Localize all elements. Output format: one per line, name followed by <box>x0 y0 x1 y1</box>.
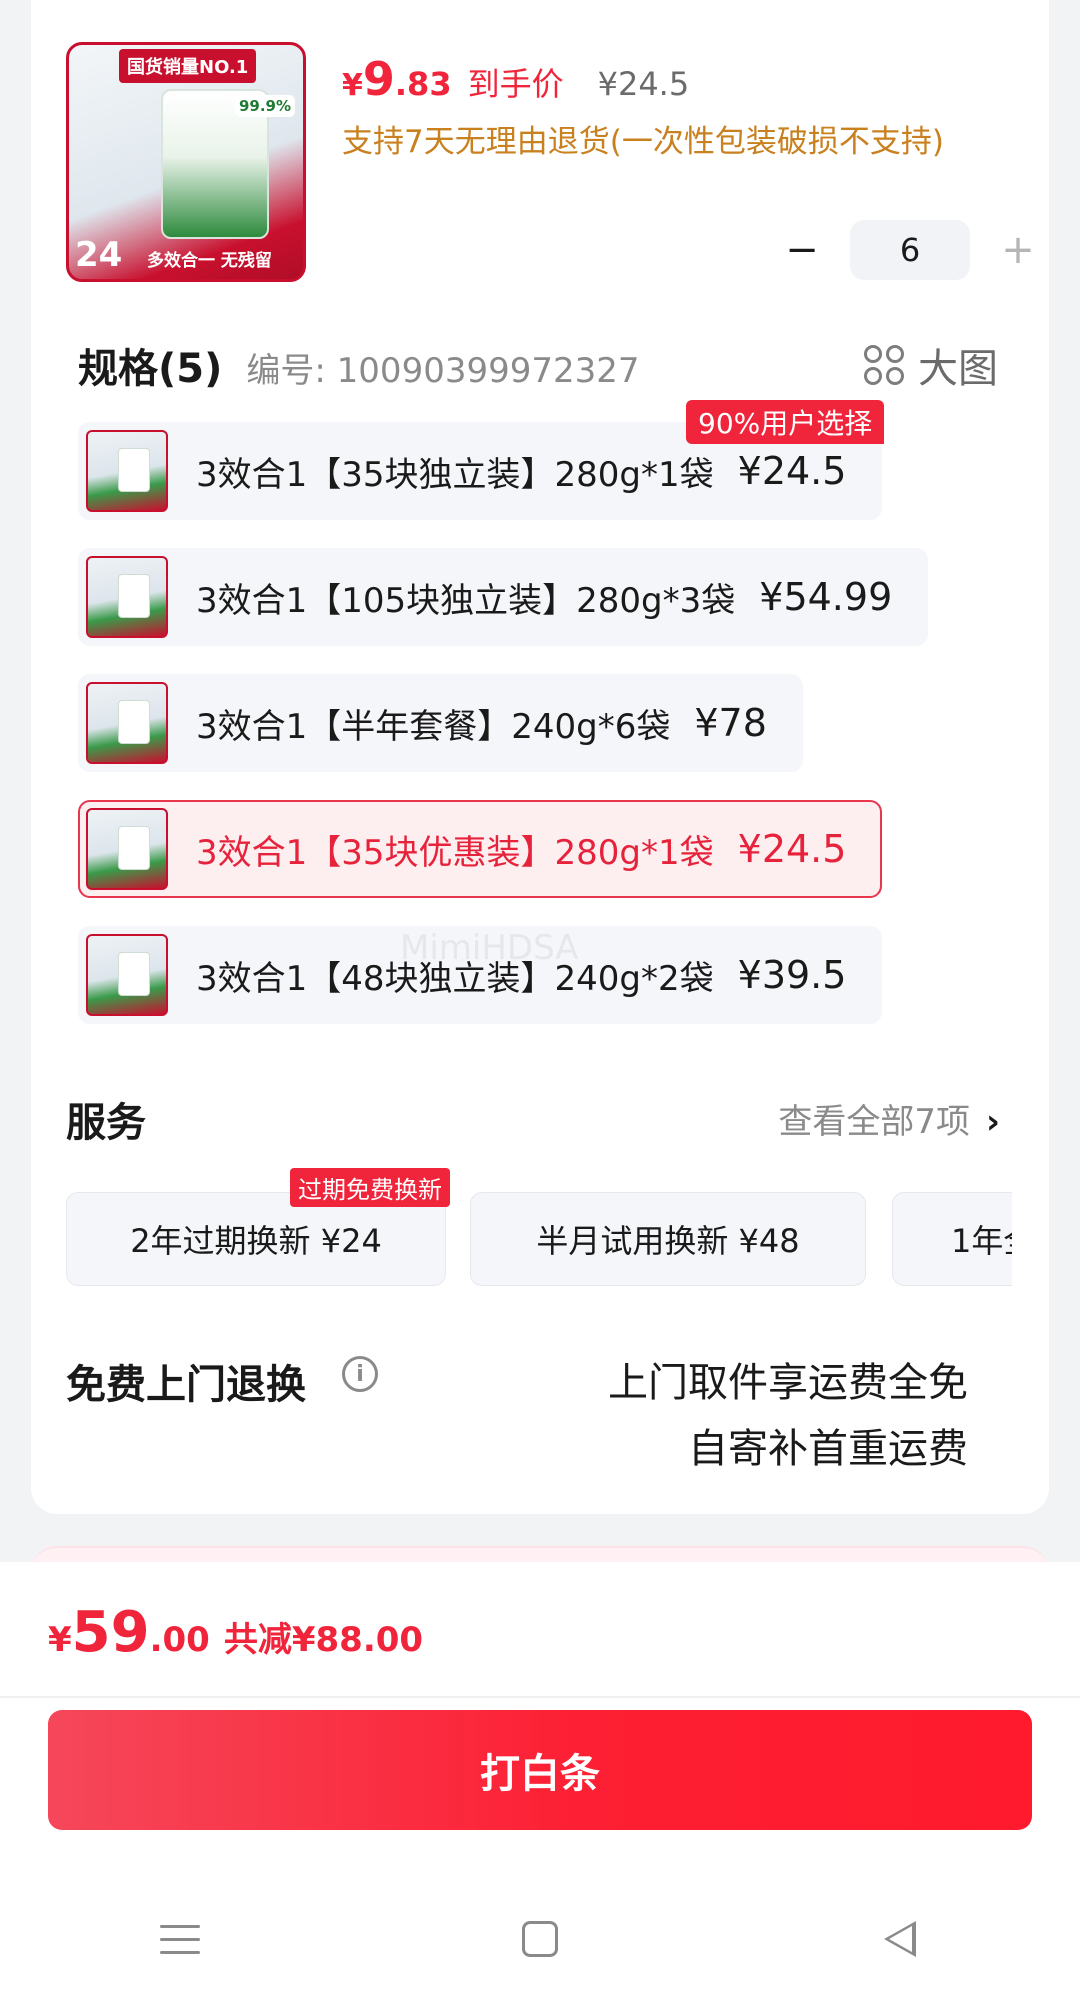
spec-option-price: ¥54.99 <box>759 575 893 619</box>
product-image[interactable]: 国货销量NO.1 99.9% 24 多效合一 无残留 <box>66 42 306 282</box>
total-discount: 共减¥88.00 <box>223 1620 424 1660</box>
spec-option-thumbnail <box>86 682 168 764</box>
info-icon[interactable]: i <box>342 1356 378 1392</box>
service-chip-strip[interactable]: 2年过期换新 ¥24 半月试用换新 ¥48 1年全 <box>66 1192 1012 1288</box>
service-badge: 过期免费换新 <box>290 1168 450 1207</box>
service-chip[interactable]: 半月试用换新 ¥48 <box>470 1192 866 1286</box>
spec-option-thumbnail <box>86 934 168 1016</box>
spec-option-label: 3效合1【35块独立装】280g*1袋 <box>196 454 714 495</box>
spec-option-price: ¥24.5 <box>737 827 847 871</box>
grid-icon <box>864 345 904 385</box>
free-return-pickup-note: 上门取件享运费全免 <box>608 1360 968 1406</box>
service-title: 服务 <box>66 1100 146 1146</box>
big-image-label: 大图 <box>918 346 998 392</box>
spec-option-price: ¥39.5 <box>737 953 847 997</box>
product-image-rate-badge: 99.9% <box>234 95 295 117</box>
view-all-services-link[interactable]: 查看全部7项 › <box>778 1094 1000 1143</box>
total-price-decimal: .00 <box>149 1620 210 1660</box>
chevron-right-icon: › <box>985 1102 1000 1142</box>
price-row: ¥9.83 到手价 ¥24.5 <box>342 52 689 106</box>
spec-option-label: 3效合1【35块优惠装】280g*1袋 <box>196 832 714 873</box>
quantity-increase-button[interactable]: + <box>994 226 1042 274</box>
spec-option-label: 3效合1【半年套餐】240g*6袋 <box>196 706 671 747</box>
spec-header: 规格(5) 编号: 10090399972327 <box>78 336 640 394</box>
final-price: ¥9.83 <box>342 52 452 106</box>
spec-option-thumbnail <box>86 808 168 890</box>
pay-with-baitiao-button[interactable]: 打白条 <box>48 1710 1032 1830</box>
spec-title: 规格(5) <box>78 346 223 392</box>
home-icon <box>522 1921 558 1957</box>
spec-option[interactable]: 3效合1【105块独立装】280g*3袋 ¥54.99 <box>78 548 929 646</box>
spec-option-price: ¥78 <box>694 701 767 745</box>
final-price-decimal: .83 <box>394 65 452 103</box>
spec-option-thumbnail <box>86 556 168 638</box>
system-navigation-bar <box>0 1880 1080 1998</box>
spec-option-selected[interactable]: 3效合1【35块优惠装】280g*1袋 ¥24.5 <box>78 800 883 898</box>
nav-back-button[interactable] <box>840 1899 960 1979</box>
final-price-integer: 9 <box>362 52 395 106</box>
watermark: MimiHDSA <box>400 928 579 968</box>
total-price-currency: ¥ <box>48 1620 72 1660</box>
back-icon <box>884 1921 916 1957</box>
spec-option-label: 3效合1【105块独立装】280g*3袋 <box>196 580 736 621</box>
big-image-button[interactable]: 大图 <box>864 336 998 394</box>
spec-option-price: ¥24.5 <box>737 449 847 493</box>
final-price-label: 到手价 <box>467 65 564 103</box>
quantity-value[interactable]: 6 <box>850 220 970 280</box>
spec-option[interactable]: 3效合1【半年套餐】240g*6袋 ¥78 <box>78 674 803 772</box>
view-all-services-label: 查看全部7项 <box>778 1102 970 1142</box>
quantity-stepper: − 6 + <box>778 220 1042 280</box>
menu-icon <box>160 1924 200 1954</box>
service-chip[interactable]: 1年全 <box>892 1192 1012 1286</box>
original-price: ¥24.5 <box>597 65 690 103</box>
spec-option-thumbnail <box>86 430 168 512</box>
divider <box>0 1696 1080 1698</box>
total-price: ¥59.00 共减¥88.00 <box>48 1600 423 1665</box>
popular-choice-badge: 90%用户选择 <box>686 400 885 444</box>
product-image-slogan: 多效合一 无残留 <box>147 251 272 271</box>
nav-home-button[interactable] <box>480 1899 600 1979</box>
refund-policy: 支持7天无理由退货(一次性包装破损不支持) <box>342 124 944 160</box>
quantity-decrease-button[interactable]: − <box>778 226 826 274</box>
free-return-self-ship-note: 自寄补首重运费 <box>688 1426 968 1472</box>
free-return-title: 免费上门退换 <box>66 1362 306 1408</box>
product-code: 编号: 10090399972327 <box>246 351 640 391</box>
total-price-integer: 59 <box>71 1600 150 1665</box>
product-image-brand-tag: 国货销量NO.1 <box>119 49 257 83</box>
final-price-currency: ¥ <box>342 68 363 103</box>
product-image-count: 24 <box>75 235 123 275</box>
nav-menu-button[interactable] <box>120 1899 240 1979</box>
